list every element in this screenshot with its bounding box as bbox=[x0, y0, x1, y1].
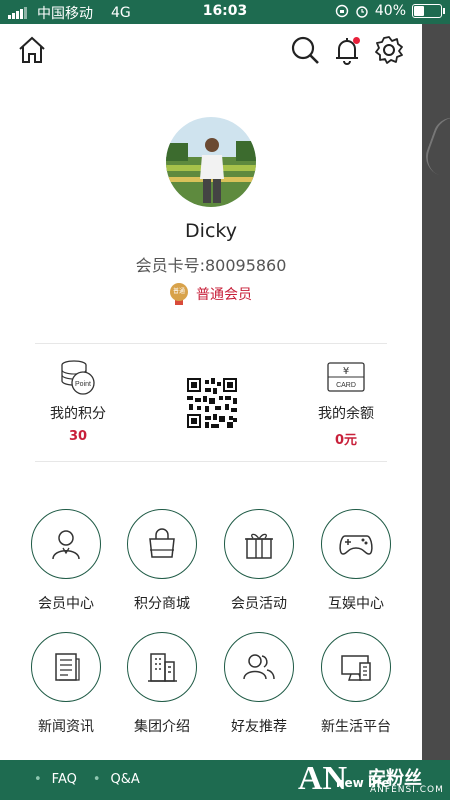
menu-item-group-intro[interactable]: 集团介绍 bbox=[114, 632, 210, 736]
settings-button[interactable] bbox=[373, 34, 405, 66]
avatar[interactable] bbox=[166, 117, 256, 207]
alarm-icon bbox=[356, 6, 368, 18]
menu-icon-circle bbox=[127, 509, 197, 579]
status-right: 40% bbox=[335, 3, 445, 19]
menu-label: 新闻资讯 bbox=[38, 719, 94, 735]
search-button[interactable] bbox=[289, 34, 321, 66]
member-level-label: 普通会员 bbox=[196, 287, 252, 303]
menu-label: 集团介绍 bbox=[134, 719, 190, 735]
menu-icon-circle bbox=[31, 509, 101, 579]
card-number: 会员卡号:80095860 bbox=[135, 256, 287, 275]
menu-item-news[interactable]: 新闻资讯 bbox=[18, 632, 114, 736]
medal-text: 普通 bbox=[170, 283, 188, 301]
platform-icon bbox=[341, 655, 371, 681]
building-icon bbox=[148, 653, 177, 682]
menu-icon-circle bbox=[224, 509, 294, 579]
menu-item-member-events[interactable]: 会员活动 bbox=[211, 509, 307, 613]
rotation-lock-icon bbox=[335, 4, 349, 18]
top-toolbar bbox=[0, 24, 422, 76]
card-icon: ¥ CARD bbox=[327, 362, 365, 392]
menu-item-member-center[interactable]: 会员中心 bbox=[18, 509, 114, 613]
menu-icon-circle bbox=[127, 632, 197, 702]
card-icon-text: CARD bbox=[336, 382, 356, 389]
points-icon-text: Point bbox=[75, 381, 91, 388]
menu-icon-circle bbox=[321, 509, 391, 579]
notification-badge bbox=[353, 37, 360, 44]
menu-icon-circle bbox=[224, 632, 294, 702]
watermark-subtext: ANFENSI.COM bbox=[370, 785, 444, 795]
qr-code[interactable] bbox=[187, 378, 237, 428]
points-stat[interactable]: Point 我的积分 30 bbox=[28, 359, 128, 444]
gift-icon bbox=[245, 533, 273, 559]
menu-item-friend-referral[interactable]: 好友推荐 bbox=[211, 632, 307, 736]
qr-code-icon bbox=[187, 378, 237, 428]
background-strip bbox=[422, 24, 450, 760]
profile-panel: Dicky 会员卡号:80095860 普通 普通会员 Point 我的积分 3… bbox=[0, 24, 422, 760]
balance-stat[interactable]: ¥ CARD 我的余额 0元 bbox=[296, 359, 396, 448]
menu-item-new-life-platform[interactable]: 新生活平台 bbox=[308, 632, 404, 736]
person-icon bbox=[52, 530, 80, 560]
faq-link[interactable]: FAQ bbox=[34, 772, 77, 787]
medal-icon: 普通 bbox=[170, 283, 188, 305]
battery-percent: 40% bbox=[374, 3, 406, 19]
points-value: 30 bbox=[68, 429, 88, 444]
menu-label: 好友推荐 bbox=[231, 719, 287, 735]
divider bbox=[35, 343, 387, 344]
menu-label: 会员中心 bbox=[38, 596, 94, 612]
gamepad-icon bbox=[339, 535, 373, 555]
menu-icon-circle bbox=[31, 632, 101, 702]
leaf-decoration bbox=[422, 112, 450, 176]
home-icon bbox=[19, 36, 45, 63]
points-label: 我的积分 bbox=[50, 406, 106, 422]
battery-icon bbox=[412, 4, 445, 18]
notifications-button[interactable] bbox=[331, 34, 363, 66]
menu-label: 会员活动 bbox=[231, 596, 287, 612]
friends-icon bbox=[243, 654, 275, 680]
menu-item-points-mall[interactable]: 积分商城 bbox=[114, 509, 210, 613]
footer-links: FAQ Q&A bbox=[34, 772, 140, 787]
menu-label: 新生活平台 bbox=[321, 719, 391, 735]
menu-label: 积分商城 bbox=[134, 596, 190, 612]
home-button[interactable] bbox=[16, 34, 48, 66]
status-bar: 中国移动 4G 16:03 40% bbox=[0, 0, 450, 24]
balance-value: 0元 bbox=[334, 433, 358, 448]
currency-symbol: ¥ bbox=[343, 366, 349, 377]
shopping-bag-icon bbox=[149, 528, 175, 558]
menu-item-entertainment[interactable]: 互娱中心 bbox=[308, 509, 404, 613]
qa-link[interactable]: Q&A bbox=[93, 772, 140, 787]
menu-icon-circle bbox=[321, 632, 391, 702]
balance-label: 我的余额 bbox=[318, 406, 374, 422]
divider bbox=[35, 461, 387, 462]
news-icon bbox=[55, 653, 80, 681]
menu-label: 互娱中心 bbox=[328, 596, 384, 612]
footer-bar: FAQ Q&A AN new life 安粉丝 ANFENSI.COM bbox=[0, 760, 450, 800]
user-name: Dicky bbox=[185, 220, 237, 242]
member-level[interactable]: 普通 普通会员 bbox=[0, 283, 422, 305]
search-icon bbox=[291, 36, 319, 64]
gear-icon bbox=[375, 36, 403, 64]
coins-icon: Point bbox=[61, 360, 95, 395]
